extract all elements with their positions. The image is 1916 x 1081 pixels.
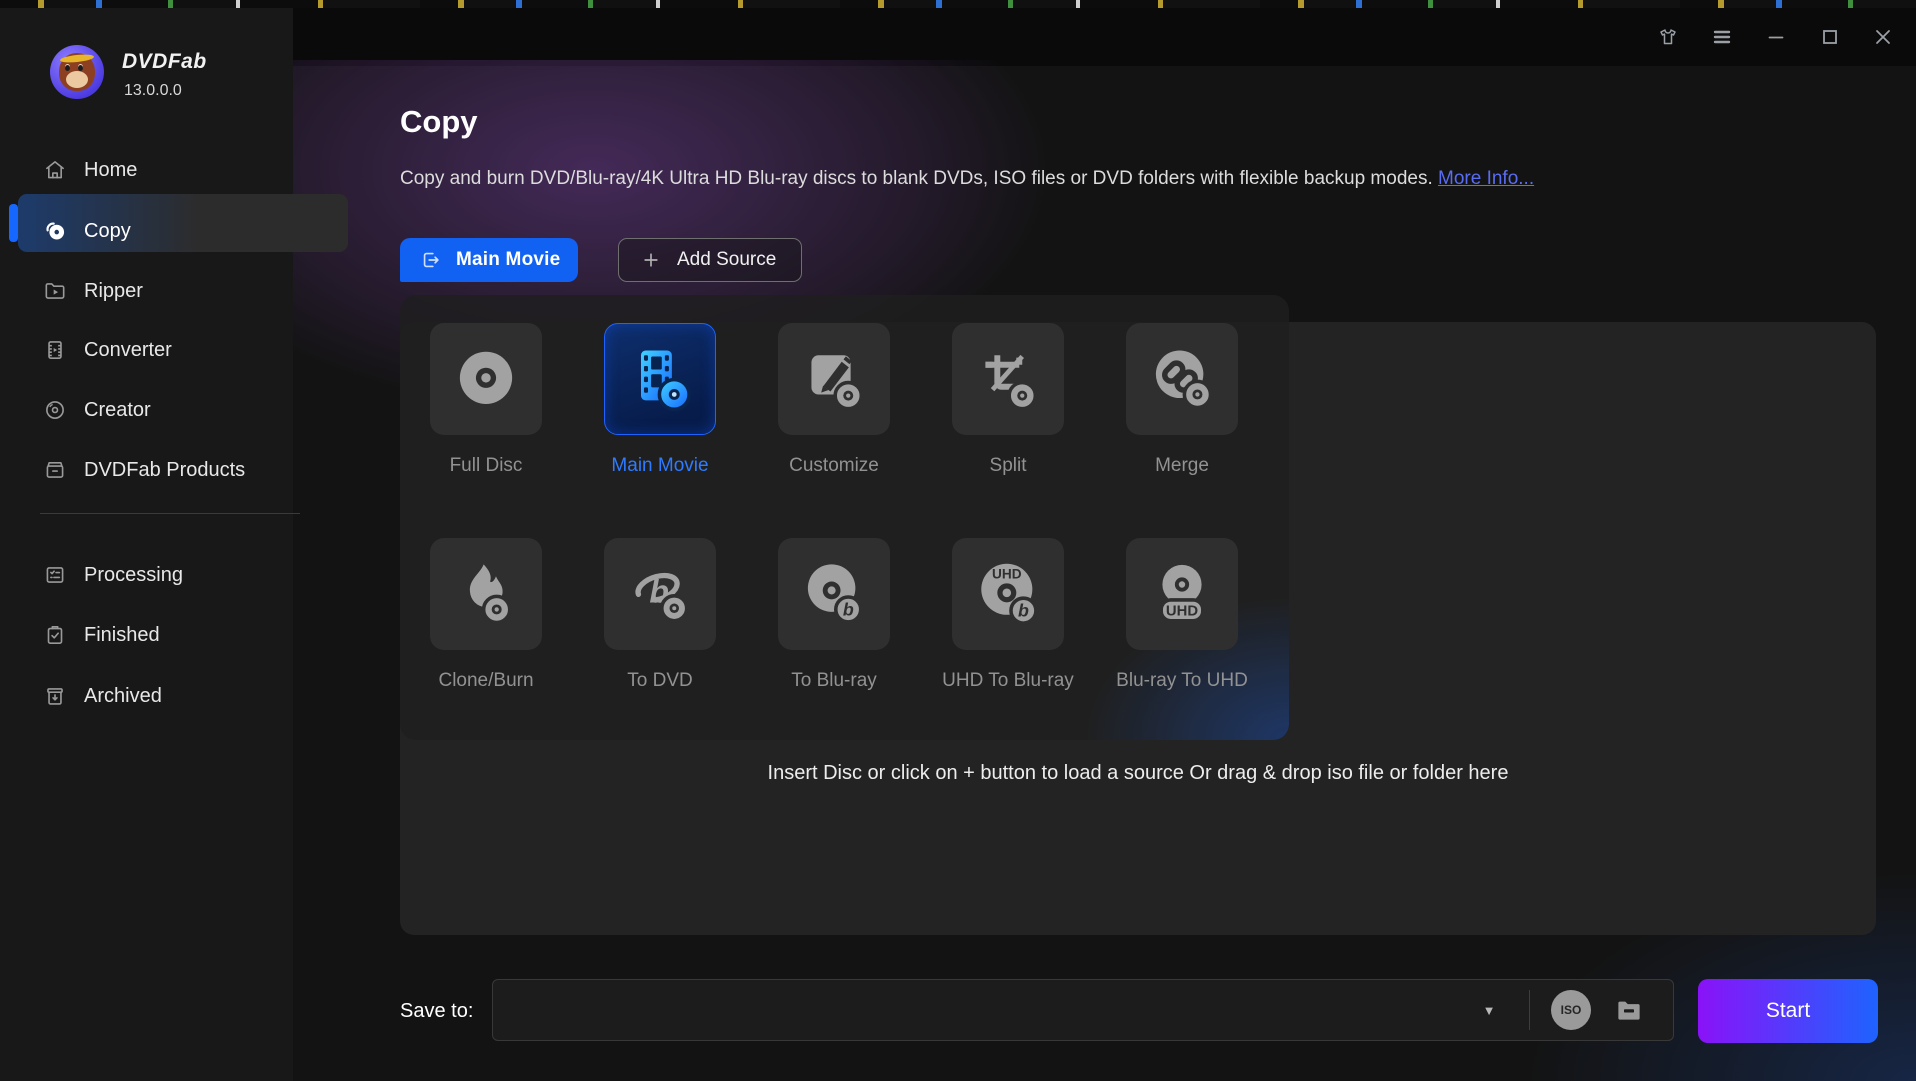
screen-artifact-strip bbox=[0, 0, 1916, 8]
clone-burn-flame-disc-icon[interactable] bbox=[430, 538, 542, 650]
minimize-icon[interactable] bbox=[1759, 20, 1793, 54]
mode-to-dvd[interactable]: b To DVD bbox=[573, 538, 747, 692]
main-movie-tab-icon bbox=[420, 249, 442, 271]
sidebar-item-label: Creator bbox=[84, 399, 151, 422]
dvdfab-monkey-logo bbox=[50, 45, 104, 99]
save-to-label: Save to: bbox=[400, 978, 473, 1044]
iso-output-button[interactable]: ISO bbox=[1551, 990, 1591, 1030]
close-icon[interactable] bbox=[1866, 20, 1900, 54]
plus-icon bbox=[641, 250, 661, 270]
sidebar-item-label: Finished bbox=[84, 624, 160, 647]
full-disc-icon[interactable] bbox=[430, 323, 542, 435]
merge-link-disc-icon[interactable] bbox=[1126, 323, 1238, 435]
split-crop-disc-icon[interactable] bbox=[952, 323, 1064, 435]
converter-film-icon bbox=[42, 337, 68, 363]
uhd-disc-to-bluray-icon[interactable]: UHD b bbox=[952, 538, 1064, 650]
tab-label: Main Movie bbox=[456, 249, 560, 271]
mode-main-movie[interactable]: Main Movie bbox=[573, 323, 747, 477]
sidebar-item-copy[interactable]: Copy bbox=[0, 207, 293, 255]
page-title: Copy bbox=[400, 104, 478, 140]
copy-disc-icon bbox=[42, 218, 68, 244]
tab-add-source[interactable]: Add Source bbox=[618, 238, 802, 282]
finished-clipboard-icon bbox=[42, 622, 68, 648]
save-path-input[interactable] bbox=[507, 984, 1451, 1038]
sidebar-item-label: Processing bbox=[84, 564, 183, 587]
sidebar-item-dvdfab-products[interactable]: DVDFab Products bbox=[0, 446, 293, 494]
start-button[interactable]: Start bbox=[1698, 979, 1878, 1043]
sidebar-divider bbox=[40, 513, 300, 514]
svg-text:b: b bbox=[843, 599, 854, 619]
drop-zone-message: Insert Disc or click on + button to load… bbox=[400, 762, 1876, 785]
mode-to-blu-ray[interactable]: b To Blu-ray bbox=[747, 538, 921, 692]
sidebar-item-label: Archived bbox=[84, 685, 162, 708]
sidebar-item-label: Converter bbox=[84, 339, 172, 362]
more-info-link[interactable]: More Info... bbox=[1438, 168, 1534, 189]
disc-to-bluray-icon[interactable]: b bbox=[778, 538, 890, 650]
mode-split[interactable]: Split bbox=[921, 323, 1095, 477]
chevron-down-icon[interactable]: ▼ bbox=[1469, 980, 1509, 1040]
bluray-disc-to-uhd-icon[interactable]: UHD bbox=[1126, 538, 1238, 650]
tab-label: Add Source bbox=[677, 249, 776, 271]
processing-list-icon bbox=[42, 562, 68, 588]
app-version: 13.0.0.0 bbox=[124, 82, 182, 100]
theme-tshirt-icon[interactable] bbox=[1651, 20, 1685, 54]
customize-pencil-disc-icon[interactable] bbox=[778, 323, 890, 435]
mode-full-disc[interactable]: Full Disc bbox=[399, 323, 573, 477]
mode-clone-burn[interactable]: Clone/Burn bbox=[399, 538, 573, 692]
sidebar-item-finished[interactable]: Finished bbox=[0, 611, 293, 659]
sidebar-item-creator[interactable]: Creator bbox=[0, 386, 293, 434]
mode-customize[interactable]: Customize bbox=[747, 323, 921, 477]
archived-box-icon bbox=[42, 683, 68, 709]
sidebar-item-label: DVDFab Products bbox=[84, 459, 245, 482]
sidebar-item-label: Home bbox=[84, 159, 137, 182]
svg-text:UHD: UHD bbox=[992, 567, 1022, 582]
field-divider bbox=[1529, 990, 1530, 1030]
mode-merge[interactable]: Merge bbox=[1095, 323, 1269, 477]
sidebar-item-archived[interactable]: Archived bbox=[0, 672, 293, 720]
copy-mode-grid: Full Disc Main bbox=[400, 295, 1289, 740]
dvdfab-window: DVDFab 13.0.0.0 Home Copy bbox=[0, 8, 1916, 1081]
svg-text:b: b bbox=[1018, 601, 1029, 621]
bluray-logo-disc-icon[interactable]: b bbox=[604, 538, 716, 650]
menu-hamburger-icon[interactable] bbox=[1705, 20, 1739, 54]
sidebar: DVDFab 13.0.0.0 Home Copy bbox=[0, 8, 293, 1081]
sidebar-item-label: Copy bbox=[84, 220, 131, 243]
ripper-folder-icon bbox=[42, 278, 68, 304]
page-description: Copy and burn DVD/Blu-ray/4K Ultra HD Bl… bbox=[400, 168, 1534, 190]
brand-name: DVDFab bbox=[122, 50, 207, 74]
save-bar: Save to: ▼ ISO Start bbox=[400, 978, 1878, 1044]
sidebar-item-ripper[interactable]: Ripper bbox=[0, 267, 293, 315]
svg-text:UHD: UHD bbox=[1166, 603, 1198, 619]
tab-main-movie[interactable]: Main Movie bbox=[400, 238, 578, 282]
mode-blu-ray-to-uhd[interactable]: UHD Blu-ray To UHD bbox=[1095, 538, 1269, 692]
maximize-icon[interactable] bbox=[1813, 20, 1847, 54]
sidebar-item-label: Ripper bbox=[84, 280, 143, 303]
sidebar-item-processing[interactable]: Processing bbox=[0, 551, 293, 599]
sidebar-item-home[interactable]: Home bbox=[0, 146, 293, 194]
creator-disc-icon bbox=[42, 397, 68, 423]
products-box-icon bbox=[42, 457, 68, 483]
save-path-field[interactable]: ▼ ISO bbox=[492, 979, 1674, 1041]
folder-output-icon[interactable] bbox=[1611, 994, 1647, 1026]
home-icon bbox=[42, 157, 68, 183]
mode-uhd-to-blu-ray[interactable]: UHD b UHD To Blu-ray bbox=[921, 538, 1095, 692]
sidebar-item-converter[interactable]: Converter bbox=[0, 326, 293, 374]
main-movie-film-icon[interactable] bbox=[604, 323, 716, 435]
description-text: Copy and burn DVD/Blu-ray/4K Ultra HD Bl… bbox=[400, 168, 1433, 189]
